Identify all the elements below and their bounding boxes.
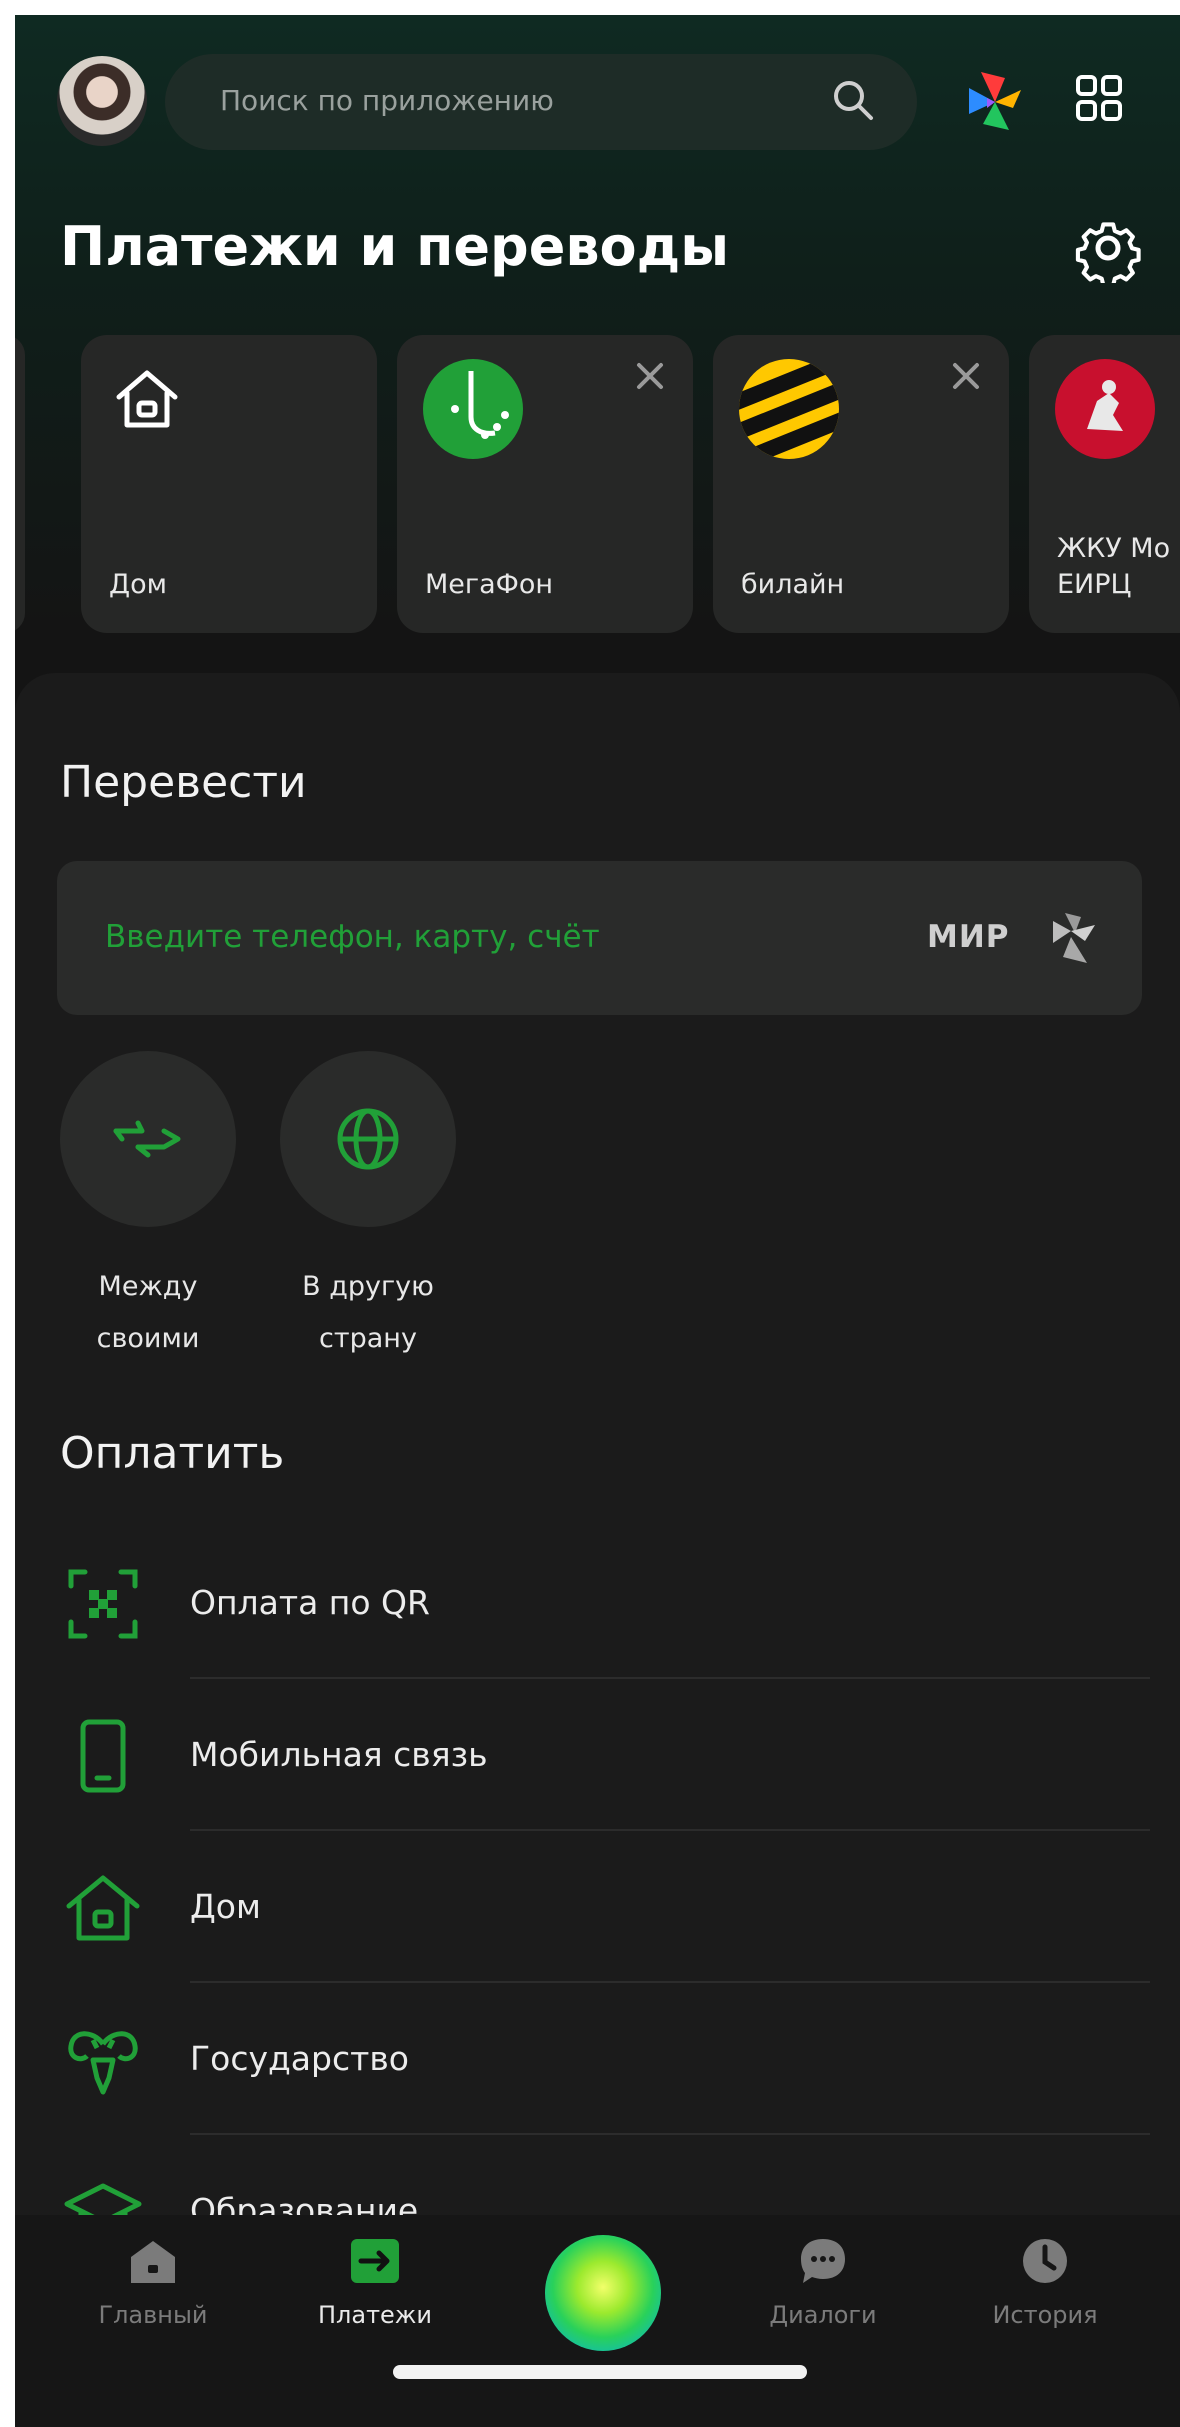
pay-item-label: Дом — [190, 1887, 261, 1926]
transfer-recipient-input[interactable]: Введите телефон, карту, счёт МИР — [57, 861, 1142, 1015]
chat-bubble-icon — [801, 2239, 845, 2283]
nav-history[interactable]: История — [955, 2235, 1135, 2329]
sberspasibo-icon[interactable] — [965, 68, 1025, 134]
divider — [190, 2133, 1150, 2135]
sbp-icon — [1053, 913, 1095, 963]
bottom-navigation: Главный Платежи Диалоги История — [15, 2215, 1180, 2427]
favorite-card-partial[interactable] — [15, 335, 25, 633]
mir-payment-system-logo: МИР — [927, 919, 1010, 955]
pay-item-label: Оплата по QR — [190, 1583, 430, 1622]
transfer-between-own-button[interactable] — [60, 1051, 236, 1227]
pay-item-label: Государство — [190, 2039, 409, 2078]
favorite-card-home[interactable]: Дом — [81, 335, 377, 633]
emblem-icon — [68, 2031, 138, 2095]
search-placeholder: Поиск по приложению — [220, 84, 554, 117]
assistant-orb-button[interactable] — [545, 2235, 661, 2351]
divider — [190, 1677, 1150, 1679]
megafon-logo-icon — [423, 359, 523, 459]
favorite-label: ЖКУ Мо ЕИРЦ — [1057, 533, 1171, 600]
remove-favorite-close-icon[interactable] — [633, 359, 667, 393]
top-bar: Поиск по приложению — [15, 40, 1180, 150]
nav-label: История — [992, 2301, 1098, 2329]
favorite-label: Дом — [109, 569, 167, 600]
pay-section-title: Оплатить — [60, 1428, 285, 1479]
transfer-section-title: Перевести — [60, 757, 307, 808]
favorite-card-zhku[interactable]: ЖКУ Мо ЕИРЦ — [1029, 335, 1180, 633]
pay-item-home[interactable]: Дом — [15, 1833, 1180, 1983]
app-screen: Поиск по приложению Платежи и переводы Д… — [15, 15, 1180, 2427]
payment-arrow-icon — [351, 2239, 399, 2283]
favorite-card-beeline[interactable]: билайн — [713, 335, 1009, 633]
transfer-input-placeholder: Введите телефон, карту, счёт — [105, 919, 600, 955]
home-indicator — [393, 2365, 807, 2379]
transfer-abroad-button[interactable] — [280, 1051, 456, 1227]
nav-label: Главный — [98, 2301, 208, 2329]
favorite-card-megafon[interactable]: МегаФон — [397, 335, 693, 633]
home-icon — [131, 2241, 175, 2283]
payments-sheet: Перевести Введите телефон, карту, счёт М… — [15, 673, 1180, 2427]
divider — [190, 1981, 1150, 1983]
transfer-abroad-label: В другую страну — [302, 1271, 434, 1354]
beeline-logo-icon — [739, 359, 839, 459]
nav-dialogs[interactable]: Диалоги — [733, 2235, 913, 2329]
favorite-label: билайн — [741, 569, 845, 600]
nav-payments[interactable]: Платежи — [285, 2235, 465, 2329]
qr-scan-icon — [68, 1569, 138, 1639]
phone-icon — [80, 1719, 126, 1793]
nav-main[interactable]: Главный — [63, 2235, 243, 2329]
page-title: Платежи и переводы — [60, 215, 730, 278]
pay-item-mobile[interactable]: Мобильная связь — [15, 1681, 1180, 1831]
divider — [190, 1829, 1150, 1831]
pay-item-qr[interactable]: Оплата по QR — [15, 1529, 1180, 1679]
settings-gear-icon[interactable] — [1073, 213, 1143, 283]
clock-icon — [1023, 2239, 1067, 2283]
nav-label: Диалоги — [769, 2301, 877, 2329]
pay-item-label: Мобильная связь — [190, 1735, 488, 1774]
house-icon — [116, 370, 178, 428]
search-icon — [834, 81, 873, 120]
transfer-between-own-label: Между своими — [96, 1271, 200, 1354]
transfer-arrows-icon — [113, 1120, 181, 1158]
profile-avatar[interactable] — [57, 56, 147, 146]
pay-item-government[interactable]: Государство — [15, 1985, 1180, 2135]
house-icon — [66, 1875, 140, 1941]
nav-label: Платежи — [317, 2301, 433, 2329]
remove-favorite-close-icon[interactable] — [949, 359, 983, 393]
moscow-coat-of-arms-icon — [1055, 359, 1155, 459]
favorite-label: МегаФон — [425, 569, 554, 600]
services-grid-icon[interactable] — [1075, 74, 1123, 122]
search-field[interactable]: Поиск по приложению — [165, 54, 917, 150]
globe-icon — [337, 1108, 399, 1170]
